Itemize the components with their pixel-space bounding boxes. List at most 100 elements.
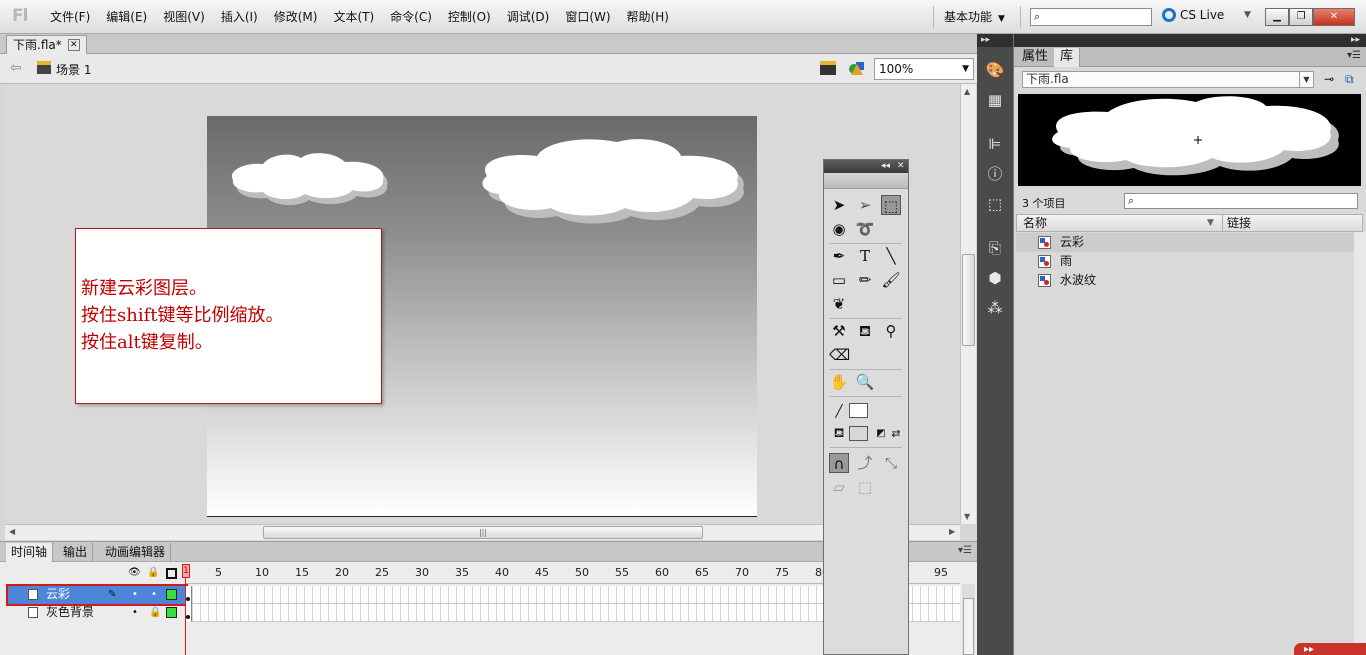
snap-to-objects-icon[interactable]: ∩ xyxy=(829,453,849,473)
playhead[interactable]: 1 xyxy=(182,564,190,655)
edit-symbol-icon[interactable] xyxy=(848,60,866,76)
stage-vertical-scrollbar[interactable]: ▲ ▼ xyxy=(960,84,976,524)
bone-tool-icon[interactable]: ⚒ xyxy=(829,321,849,341)
tab-timeline[interactable]: 时间轴 xyxy=(6,543,54,562)
paint-bucket-tool-icon[interactable]: ⛾ xyxy=(855,321,875,341)
swap-colors-icon[interactable]: ⇄ xyxy=(886,424,906,444)
zoom-tool-icon[interactable]: 🔍 xyxy=(855,372,875,392)
timeline-scrollbar[interactable] xyxy=(962,584,975,655)
column-linkage[interactable]: 链接 xyxy=(1222,215,1251,231)
scroll-down-icon[interactable]: ▼ xyxy=(964,512,970,521)
lock-icon[interactable]: 🔒 xyxy=(149,604,161,621)
restore-button[interactable]: ❐ xyxy=(1289,8,1313,26)
motion-presets-icon[interactable]: ⁂ xyxy=(985,298,1005,318)
tools-gripper[interactable] xyxy=(824,173,908,189)
edit-scene-icon[interactable] xyxy=(820,61,836,75)
large-cloud[interactable] xyxy=(482,139,744,224)
library-scrollbar[interactable] xyxy=(1354,232,1366,655)
swatches-icon[interactable]: ▦ xyxy=(985,90,1005,110)
layer-outline-color[interactable] xyxy=(166,607,177,618)
brush-tool-icon[interactable]: 🖌 xyxy=(881,270,901,290)
menu-debug[interactable]: 调试(D) xyxy=(499,9,558,25)
align-icon[interactable]: ⊫ xyxy=(985,134,1005,154)
sort-icon[interactable]: ▼ xyxy=(1207,215,1214,231)
menu-commands[interactable]: 命令(C) xyxy=(382,9,440,25)
library-document-select[interactable]: 下雨.fla ▼ xyxy=(1022,71,1314,88)
menu-file[interactable]: 文件(F) xyxy=(42,9,98,25)
zoom-select[interactable]: 100% ▼ xyxy=(874,58,974,80)
scroll-left-icon[interactable]: ◀ xyxy=(9,527,15,536)
outline-icon[interactable] xyxy=(166,568,177,579)
selection-tool-icon[interactable]: ➤ xyxy=(829,195,849,215)
menu-help[interactable]: 帮助(H) xyxy=(619,9,677,25)
3d-rotation-tool-icon[interactable]: ◉ xyxy=(829,219,849,239)
close-icon[interactable]: ✕ xyxy=(897,160,905,172)
color-panel-icon[interactable]: 🎨 xyxy=(985,60,1005,80)
menu-window[interactable]: 窗口(W) xyxy=(557,9,618,25)
transform-icon[interactable]: ⬚ xyxy=(985,194,1005,214)
tab-library[interactable]: 库 xyxy=(1054,48,1081,67)
subselection-tool-icon[interactable]: ➢ xyxy=(855,195,875,215)
scrollbar-thumb[interactable] xyxy=(962,254,975,346)
panel-menu-icon[interactable]: ▾☰ xyxy=(1347,50,1361,61)
library-search-input[interactable]: ⌕ xyxy=(1124,193,1358,209)
menu-edit[interactable]: 编辑(E) xyxy=(98,9,155,25)
floating-widget-button[interactable]: ▸▸ xyxy=(1294,643,1366,655)
lock-dot[interactable]: • xyxy=(151,586,157,603)
scale-icon[interactable]: ⬚ xyxy=(855,477,875,497)
close-icon[interactable]: ✕ xyxy=(67,39,80,51)
new-library-panel-icon[interactable]: ⧉ xyxy=(1345,72,1354,87)
cs-live-button[interactable]: CS Live xyxy=(1162,8,1224,22)
eye-icon[interactable]: 👁 xyxy=(128,567,141,578)
document-tab[interactable]: 下雨.fla* ✕ xyxy=(6,35,87,54)
actions-icon[interactable]: ⎘ xyxy=(985,238,1005,258)
library-item[interactable]: 雨 xyxy=(1016,252,1363,271)
layer-row[interactable]: 灰色背景 • 🔒 xyxy=(8,604,186,622)
library-item[interactable]: 云彩 xyxy=(1016,233,1363,252)
visibility-dot[interactable]: • xyxy=(132,586,138,603)
rotate-skew-icon[interactable]: ▱ xyxy=(829,477,849,497)
fill-color-swatch[interactable] xyxy=(849,426,868,441)
small-cloud[interactable] xyxy=(231,153,388,206)
pin-icon[interactable]: ⊸ xyxy=(1324,72,1334,86)
tools-titlebar[interactable]: ◂◂ ✕ xyxy=(824,160,908,173)
stage-horizontal-scrollbar[interactable]: ◀ ||| ▶ xyxy=(5,524,960,540)
back-arrow-icon[interactable]: ⇦ xyxy=(10,60,22,76)
layer-outline-color[interactable] xyxy=(166,589,177,600)
menu-control[interactable]: 控制(O) xyxy=(440,9,499,25)
help-search-input[interactable]: ⌕ xyxy=(1030,8,1152,26)
collapse-icon[interactable]: ▸▸ xyxy=(1014,34,1366,47)
rectangle-tool-icon[interactable]: ▭ xyxy=(829,270,849,290)
tab-output[interactable]: 输出 xyxy=(58,543,94,562)
scene-label[interactable]: 场景 1 xyxy=(56,61,91,78)
menu-insert[interactable]: 插入(I) xyxy=(213,9,266,25)
eraser-tool-icon[interactable]: ⌫ xyxy=(829,345,850,365)
free-transform-tool-icon[interactable]: ⬚ xyxy=(881,195,901,215)
menu-view[interactable]: 视图(V) xyxy=(155,9,213,25)
layer-row[interactable]: 云彩 ✎ • • xyxy=(6,584,188,606)
scroll-up-icon[interactable]: ▲ xyxy=(964,87,970,96)
components-icon[interactable]: ⬢ xyxy=(985,268,1005,288)
lasso-tool-icon[interactable]: ➰ xyxy=(855,219,875,239)
tab-properties[interactable]: 属性 xyxy=(1016,48,1056,67)
lock-icon[interactable]: 🔒 xyxy=(147,567,159,578)
library-item[interactable]: 水波纹 xyxy=(1016,271,1363,290)
visibility-dot[interactable]: • xyxy=(132,604,138,621)
column-name[interactable]: 名称 xyxy=(1023,215,1047,231)
scroll-right-icon[interactable]: ▶ xyxy=(949,527,955,536)
pencil-tool-icon[interactable]: ✏ xyxy=(855,270,875,290)
straighten-icon[interactable]: ⤡ xyxy=(881,453,901,473)
tab-motion-editor[interactable]: 动画编辑器 xyxy=(100,543,172,562)
panel-menu-icon[interactable]: ▾☰ xyxy=(958,545,972,556)
scrollbar-thumb[interactable]: ||| xyxy=(263,526,703,539)
hand-tool-icon[interactable]: ✋ xyxy=(829,372,849,392)
collapse-icon[interactable]: ◂◂ xyxy=(881,160,890,172)
close-button[interactable]: ✕ xyxy=(1313,8,1355,26)
eyedropper-tool-icon[interactable]: ⚲ xyxy=(881,321,901,341)
chevron-down-icon[interactable]: ▼ xyxy=(1244,10,1251,20)
stroke-color-swatch[interactable] xyxy=(849,403,868,418)
menu-text[interactable]: 文本(T) xyxy=(325,9,382,25)
pen-tool-icon[interactable]: ✒ xyxy=(829,246,849,266)
minimize-button[interactable]: ▁ xyxy=(1265,8,1289,26)
workspace-switcher[interactable]: 基本功能 ▼ xyxy=(944,8,1005,25)
